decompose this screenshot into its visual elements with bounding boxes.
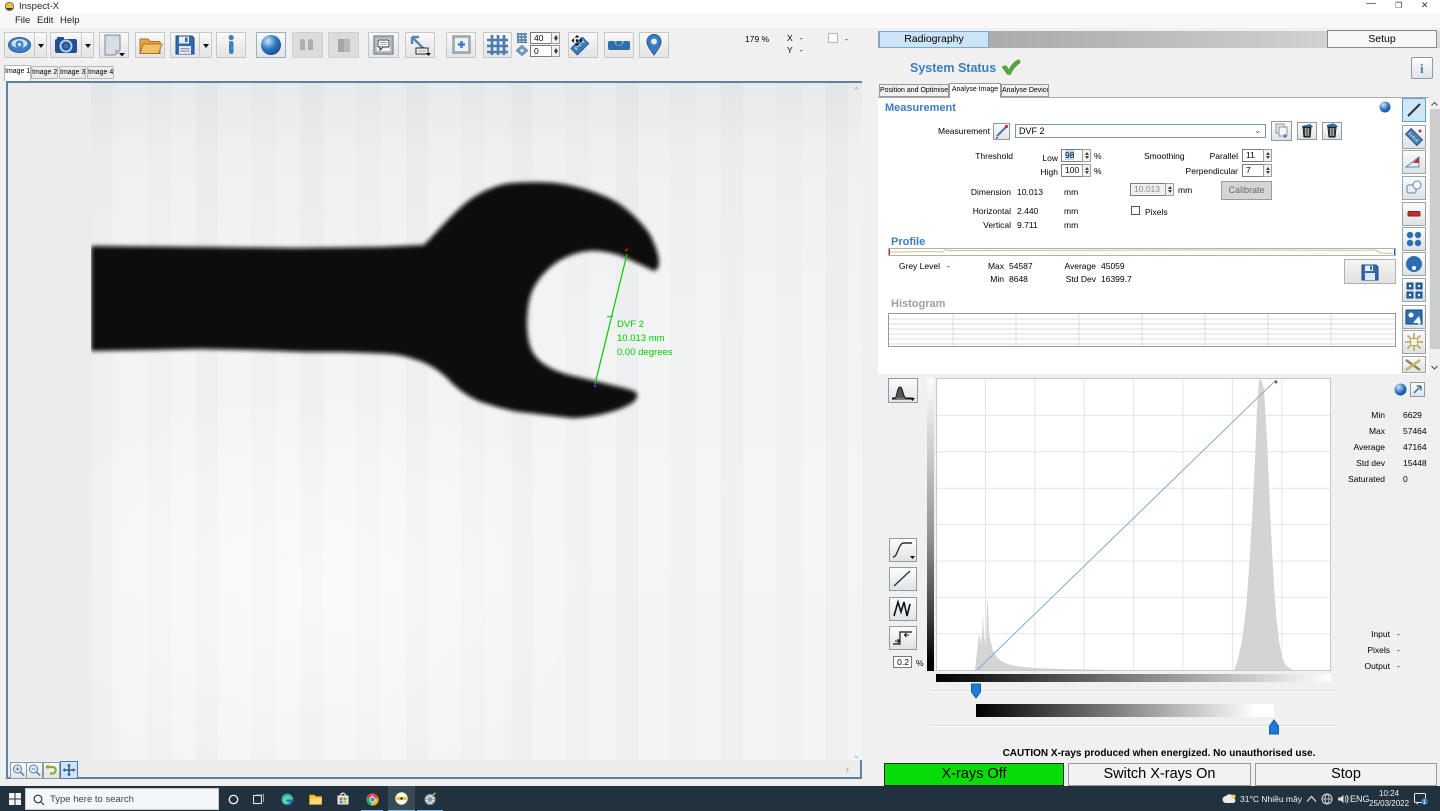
svg-text:1: 1 xyxy=(1423,799,1427,805)
svg-text:10.013 mm: 10.013 mm xyxy=(617,333,665,344)
svg-text:DVF 2: DVF 2 xyxy=(617,319,644,330)
svg-text:0.00 degrees: 0.00 degrees xyxy=(617,347,673,358)
